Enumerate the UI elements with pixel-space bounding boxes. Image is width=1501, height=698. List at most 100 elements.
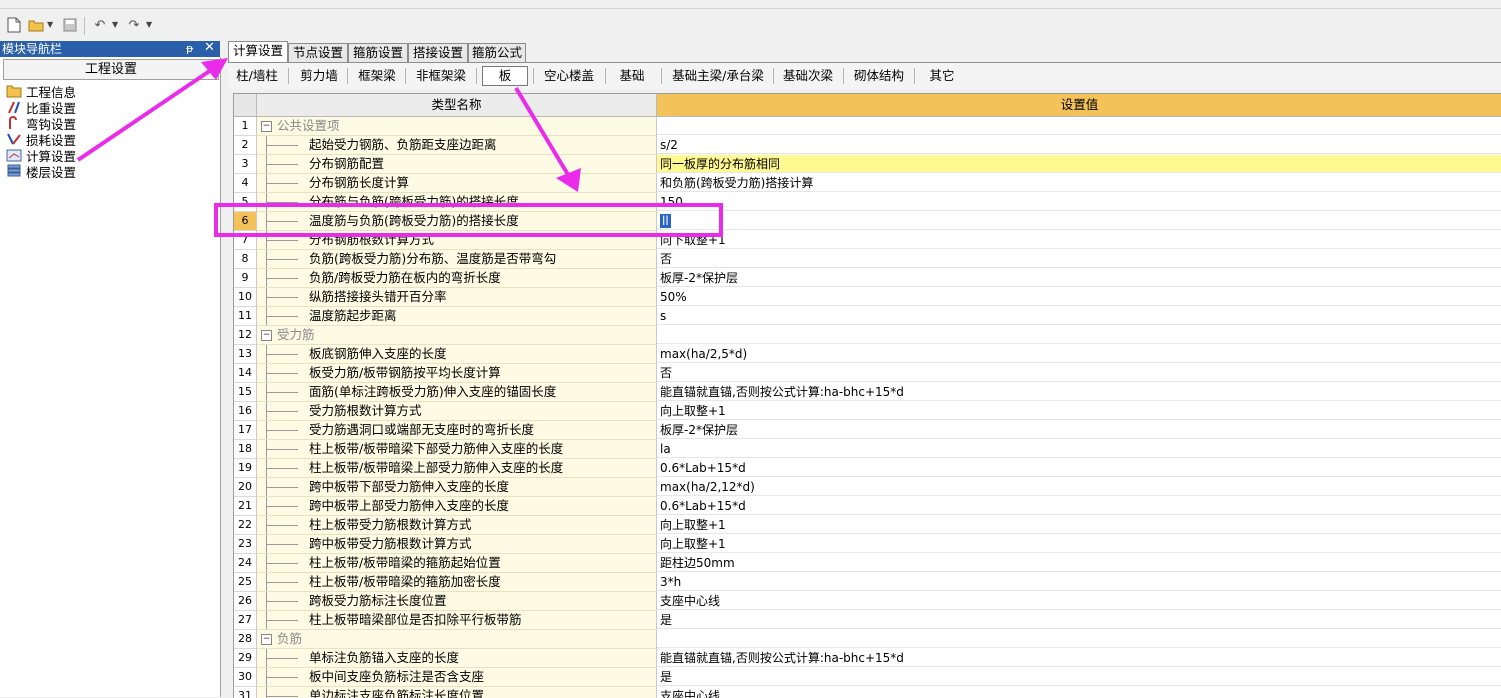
setting-value-cell[interactable]: 150 xyxy=(657,193,1501,211)
undo-icon[interactable]: ↶ xyxy=(92,17,108,33)
menu-bar[interactable] xyxy=(0,0,1501,9)
tab-stirrup-settings[interactable]: 箍筋设置 xyxy=(348,43,408,62)
setting-value-cell[interactable]: 否 xyxy=(657,250,1501,268)
subtab-other[interactable]: 其它 xyxy=(922,67,962,85)
subtab-separator xyxy=(533,68,534,84)
setting-value-cell[interactable]: 3*h xyxy=(657,573,1501,591)
subtab-frame-beam[interactable]: 框架梁 xyxy=(352,67,402,85)
table-row[interactable]: 4 分布钢筋长度计算 和负筋(跨板受力筋)搭接计算 xyxy=(234,174,1501,193)
row-number: 28 xyxy=(234,630,257,649)
setting-value-cell[interactable]: s/2 xyxy=(657,136,1501,154)
setting-name: 纵筋搭接接头错开百分率 xyxy=(309,289,447,304)
subtab-slab[interactable]: 板 xyxy=(482,66,528,86)
subtab-hollow-floor[interactable]: 空心楼盖 xyxy=(538,67,600,85)
setting-value-cell[interactable]: 50% xyxy=(657,288,1501,306)
table-row[interactable]: 29 单标注负筋锚入支座的长度 能直锚就直锚,否则按公式计算:ha-bhc+15*d xyxy=(234,649,1501,668)
collapse-icon[interactable]: − xyxy=(261,121,272,132)
setting-value-cell[interactable]: 是 xyxy=(657,668,1501,686)
table-row[interactable]: 16 受力筋根数计算方式 向上取整+1 xyxy=(234,402,1501,421)
setting-value-cell[interactable]: 距柱边50mm xyxy=(657,554,1501,572)
collapse-icon[interactable]: − xyxy=(261,634,272,645)
table-row[interactable]: 17 受力筋遇洞口或端部无支座时的弯折长度 板厚-2*保护层 xyxy=(234,421,1501,440)
table-row[interactable]: 21 跨中板带上部受力筋伸入支座的长度 0.6*Lab+15*d xyxy=(234,497,1501,516)
group-row[interactable]: 1− 公共设置项 xyxy=(234,117,1501,136)
tab-lap-settings[interactable]: 搭接设置 xyxy=(408,43,468,62)
save-icon[interactable] xyxy=(62,17,78,33)
table-row[interactable]: 10 纵筋搭接接头错开百分率 50% xyxy=(234,288,1501,307)
close-icon[interactable]: ✕ xyxy=(204,40,215,56)
setting-value-cell[interactable]: 支座中心线 xyxy=(657,687,1501,698)
table-row[interactable]: 25 柱上板带/板带暗梁的箍筋加密长度 3*h xyxy=(234,573,1501,592)
subtab-masonry[interactable]: 砌体结构 xyxy=(850,67,908,85)
setting-value-cell[interactable]: 向上取整+1 xyxy=(657,535,1501,553)
open-folder-icon[interactable] xyxy=(28,17,44,33)
row-number: 21 xyxy=(234,497,257,516)
setting-value-cell[interactable]: max(ha/2,12*d) xyxy=(657,478,1501,496)
pin-icon[interactable]: ᵽ xyxy=(186,41,193,57)
tab-calc-settings[interactable]: 计算设置 xyxy=(228,41,288,63)
nav-item-floor[interactable]: 楼层设置 xyxy=(6,163,76,180)
setting-value-cell[interactable]: 向上取整+1 xyxy=(657,402,1501,420)
table-row[interactable]: 26 跨板受力筋标注长度位置 支座中心线 xyxy=(234,592,1501,611)
table-row[interactable]: 13 板底钢筋伸入支座的长度 max(ha/2,5*d) xyxy=(234,345,1501,364)
group-row[interactable]: 12− 受力筋 xyxy=(234,326,1501,345)
table-row[interactable]: 15 面筋(单标注跨板受力筋)伸入支座的锚固长度 能直锚就直锚,否则按公式计算:ha… xyxy=(234,383,1501,402)
setting-value-cell[interactable]: 和负筋(跨板受力筋)搭接计算 xyxy=(657,174,1501,192)
subtab-nonframe-beam[interactable]: 非框架梁 xyxy=(410,67,472,85)
table-row[interactable]: 30 板中间支座负筋标注是否含支座 是 xyxy=(234,668,1501,687)
setting-name: 受力筋 xyxy=(277,327,315,342)
subtab-foundation-main-beam[interactable]: 基础主梁/承台梁 xyxy=(668,67,768,85)
collapse-icon[interactable]: − xyxy=(261,330,272,341)
table-row[interactable]: 9 负筋/跨板受力筋在板内的弯折长度 板厚-2*保护层 xyxy=(234,269,1501,288)
tree-branch xyxy=(266,354,298,355)
tree-branch xyxy=(266,601,298,602)
setting-value-cell[interactable]: 向上取整+1 xyxy=(657,516,1501,534)
table-row[interactable]: 14 板受力筋/板带钢筋按平均长度计算 否 xyxy=(234,364,1501,383)
table-row[interactable]: 20 跨中板带下部受力筋伸入支座的长度 max(ha/2,12*d) xyxy=(234,478,1501,497)
group-row[interactable]: 28− 负筋 xyxy=(234,630,1501,649)
subtab-column[interactable]: 柱/墙柱 xyxy=(232,67,282,85)
table-row[interactable]: 11 温度筋起步距离 s xyxy=(234,307,1501,326)
setting-value-cell[interactable]: 板厚-2*保护层 xyxy=(657,269,1501,287)
setting-value-cell[interactable]: 支座中心线 xyxy=(657,592,1501,610)
setting-value-cell[interactable]: 0.6*Lab+15*d xyxy=(657,459,1501,477)
table-row[interactable]: 2 起始受力钢筋、负筋距支座边距离 s/2 xyxy=(234,136,1501,155)
setting-value-cell[interactable]: 否 xyxy=(657,364,1501,382)
table-row[interactable]: 3 分布钢筋配置 同一板厚的分布筋相同 xyxy=(234,155,1501,174)
setting-value-cell[interactable]: 0.6*Lab+15*d xyxy=(657,497,1501,515)
undo-dropdown-icon[interactable]: ▼ xyxy=(112,20,118,29)
setting-name-cell: 板底钢筋伸入支座的长度 xyxy=(257,345,657,364)
setting-value-cell[interactable]: ll xyxy=(657,212,1501,230)
table-row[interactable]: 8 负筋(跨板受力筋)分布筋、温度筋是否带弯勾 否 xyxy=(234,250,1501,269)
setting-value-cell[interactable]: la xyxy=(657,440,1501,458)
table-row[interactable]: 24 柱上板带/板带暗梁的箍筋起始位置 距柱边50mm xyxy=(234,554,1501,573)
table-row[interactable]: 31 单边标注支座负筋标注长度位置 支座中心线 xyxy=(234,687,1501,698)
tree-branch xyxy=(266,620,298,621)
new-file-icon[interactable] xyxy=(6,17,22,33)
table-row[interactable]: 18 柱上板带/板带暗梁下部受力筋伸入支座的长度 la xyxy=(234,440,1501,459)
setting-value-cell[interactable]: 同一板厚的分布筋相同 xyxy=(657,155,1501,173)
setting-value-cell[interactable]: 向下取整+1 xyxy=(657,231,1501,249)
tab-node-settings[interactable]: 节点设置 xyxy=(288,43,348,62)
subtab-foundation[interactable]: 基础 xyxy=(612,67,652,85)
subtab-foundation-secondary-beam[interactable]: 基础次梁 xyxy=(780,67,836,85)
toolbar: ▼ ↶ ▼ ↷ ▼ xyxy=(0,9,1501,41)
redo-dropdown-icon[interactable]: ▼ xyxy=(146,20,152,29)
setting-value-cell[interactable]: s xyxy=(657,307,1501,325)
redo-icon[interactable]: ↷ xyxy=(126,17,142,33)
setting-value-cell[interactable]: 板厚-2*保护层 xyxy=(657,421,1501,439)
table-row[interactable]: 19 柱上板带/板带暗梁上部受力筋伸入支座的长度 0.6*Lab+15*d xyxy=(234,459,1501,478)
open-dropdown-icon[interactable]: ▼ xyxy=(47,20,53,29)
setting-name: 跨中板带受力筋根数计算方式 xyxy=(309,536,472,551)
table-row[interactable]: 23 跨中板带受力筋根数计算方式 向上取整+1 xyxy=(234,535,1501,554)
tab-stirrup-formula[interactable]: 箍筋公式 xyxy=(468,43,526,62)
nav-group-header[interactable]: 工程设置 xyxy=(3,59,219,80)
tree-branch xyxy=(266,506,298,507)
subtab-shear-wall[interactable]: 剪力墙 xyxy=(294,67,344,85)
setting-value-cell[interactable]: 能直锚就直锚,否则按公式计算:ha-bhc+15*d xyxy=(657,383,1501,401)
table-row[interactable]: 27 柱上板带暗梁部位是否扣除平行板带筋 是 xyxy=(234,611,1501,630)
setting-value-cell[interactable]: 能直锚就直锚,否则按公式计算:ha-bhc+15*d xyxy=(657,649,1501,667)
setting-value-cell[interactable]: 是 xyxy=(657,611,1501,629)
setting-value-cell[interactable]: max(ha/2,5*d) xyxy=(657,345,1501,363)
table-row[interactable]: 22 柱上板带受力筋根数计算方式 向上取整+1 xyxy=(234,516,1501,535)
